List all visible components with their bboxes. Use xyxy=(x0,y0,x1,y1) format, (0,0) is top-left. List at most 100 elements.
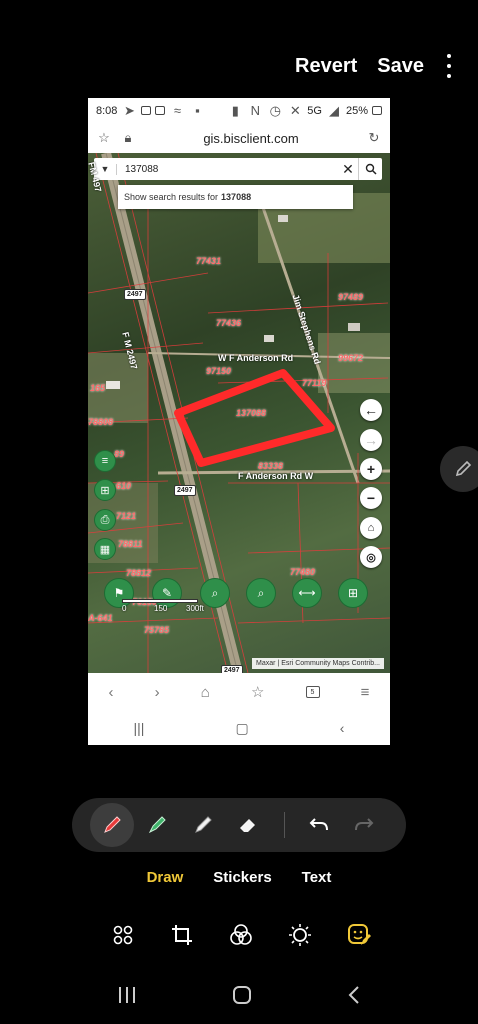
parcel-label: 78808 xyxy=(88,417,114,427)
forward-extent-icon[interactable]: → xyxy=(360,429,382,451)
tab-text[interactable]: Text xyxy=(302,869,332,886)
system-nav-bar: ||| ▢ ‹ xyxy=(88,711,390,745)
layers-icon[interactable]: ≡ xyxy=(94,450,116,472)
home-button-icon[interactable]: ▢ xyxy=(235,720,248,737)
browser-toolbar: ‹ › ⌂ ☆ 5 ≡ xyxy=(88,673,390,711)
editing-tools xyxy=(108,920,374,950)
search-suggestion[interactable]: Show search results for 137088 xyxy=(118,185,353,209)
top-actions: Revert Save xyxy=(295,54,454,78)
parcel-label: 137088 xyxy=(236,408,267,418)
zoom-out-icon[interactable]: − xyxy=(360,487,382,509)
parcel-label: 83338 xyxy=(258,461,284,471)
search-icon[interactable] xyxy=(358,158,382,180)
home-icon[interactable]: ⌂ xyxy=(360,517,382,539)
recent-apps-icon[interactable] xyxy=(117,986,137,1004)
table-icon[interactable]: ▦ xyxy=(94,538,116,560)
pencil-icon[interactable] xyxy=(181,803,225,847)
home-icon[interactable]: ⌂ xyxy=(201,684,210,701)
bookmarks-icon[interactable]: ☆ xyxy=(251,683,264,701)
save-button[interactable]: Save xyxy=(377,55,424,78)
gallery-icon xyxy=(155,106,166,115)
more-options-icon[interactable] xyxy=(444,54,454,78)
parcel-label: 97489 xyxy=(338,292,364,302)
highlighter-icon[interactable] xyxy=(136,803,180,847)
parcel-label: 78811 xyxy=(118,539,143,549)
bag-icon: ▪ xyxy=(195,103,200,118)
undo-icon[interactable] xyxy=(297,803,341,847)
road-label: F Anderson Rd W xyxy=(238,471,314,481)
parcel-label: 610 xyxy=(116,481,132,491)
star-icon[interactable]: ☆ xyxy=(96,130,112,146)
zoom-in-icon[interactable]: + xyxy=(360,458,382,480)
mute-icon: ✕ xyxy=(289,102,301,118)
parcel-label: 7121 xyxy=(116,511,137,521)
redo-icon[interactable] xyxy=(342,803,386,847)
status-bar: 8:08 ➤ ≈ ▪ ▮ N ◷ ✕ 5G ◢ 25% xyxy=(88,98,390,123)
map-attribution: Maxar | Esri Community Maps Contrib... xyxy=(252,658,384,669)
nfc-icon: N xyxy=(250,103,260,118)
auto-enhance-icon[interactable] xyxy=(108,920,138,950)
route-shield: 2497 xyxy=(124,289,146,300)
url-text[interactable]: gis.bisclient.com xyxy=(144,131,358,146)
road-label: W F Anderson Rd xyxy=(218,353,294,363)
identify-icon[interactable]: ⌕ xyxy=(200,578,230,608)
parcel-label: 77431 xyxy=(196,256,222,266)
decorate-icon[interactable] xyxy=(344,920,374,950)
tab-draw[interactable]: Draw xyxy=(147,869,184,886)
parcel-label: 75785 xyxy=(144,625,170,635)
crop-rotate-icon[interactable] xyxy=(167,920,197,950)
palette-divider xyxy=(284,812,285,838)
add-tool-icon[interactable]: ⊞ xyxy=(338,578,368,608)
pen-shortcut-icon[interactable] xyxy=(440,446,478,492)
scale-label: 150 xyxy=(154,604,168,613)
measure-icon[interactable]: ⟷ xyxy=(292,578,322,608)
screenshot-canvas[interactable]: 8:08 ➤ ≈ ▪ ▮ N ◷ ✕ 5G ◢ 25% ☆ 🔒︎ gis.bis… xyxy=(88,98,390,745)
basemap-grid-icon[interactable]: ⊞ xyxy=(94,479,116,501)
eraser-icon[interactable] xyxy=(227,803,271,847)
battery-label: 25% xyxy=(345,104,368,117)
parcel-label: 97150 xyxy=(206,366,232,376)
parcel-label: 77480 xyxy=(290,567,316,577)
revert-button[interactable]: Revert xyxy=(295,55,357,78)
parcel-label: 77436 xyxy=(216,318,242,328)
youtube-icon xyxy=(141,106,152,115)
recent-apps-icon[interactable]: ||| xyxy=(134,720,145,736)
home-button-icon[interactable] xyxy=(232,985,252,1005)
back-icon[interactable]: ‹ xyxy=(109,684,114,701)
alarm-icon: ◷ xyxy=(269,102,281,118)
route-shield: 2497 xyxy=(221,665,243,673)
lock-icon: 🔒︎ xyxy=(124,130,132,145)
tab-stickers[interactable]: Stickers xyxy=(213,869,271,886)
parcel-label: A-641 xyxy=(88,613,113,623)
clear-search-icon[interactable]: ✕ xyxy=(338,161,358,178)
back-nav-icon[interactable]: ‹ xyxy=(340,720,345,736)
print-icon[interactable]: ⎙ xyxy=(94,509,116,531)
red-pen-icon[interactable] xyxy=(90,803,134,847)
forward-icon[interactable]: › xyxy=(155,684,160,701)
scale-label: 300ft xyxy=(186,604,204,613)
menu-icon[interactable]: ≡ xyxy=(361,684,370,701)
edit-mode-tabs: Draw Stickers Text xyxy=(0,869,478,886)
photo-editor-screen: Revert Save 8:08 ➤ ≈ ▪ ▮ N ◷ ✕ 5G ◢ 25% xyxy=(0,0,478,1024)
route-shield: 2497 xyxy=(174,485,196,496)
search-input[interactable]: 137088 xyxy=(116,163,338,175)
search-tool-icon[interactable]: ⌕ xyxy=(246,578,276,608)
suggestion-term: 137088 xyxy=(221,192,252,202)
parcel-label: 77119 xyxy=(302,378,327,388)
filters-icon[interactable] xyxy=(226,920,256,950)
reload-icon[interactable]: ↻ xyxy=(366,130,382,146)
parcel-label: 78812 xyxy=(126,568,152,578)
locate-icon[interactable]: ◎ xyxy=(360,546,382,568)
status-time: 8:08 xyxy=(96,104,118,117)
bookmark-icon[interactable]: ⚑ xyxy=(104,578,134,608)
brightness-icon[interactable] xyxy=(285,920,315,950)
signal-icon: ◢ xyxy=(328,102,339,118)
wifi-call-icon: ≈ xyxy=(173,103,181,118)
back-nav-icon[interactable] xyxy=(347,985,361,1005)
back-extent-icon[interactable]: ← xyxy=(360,399,382,421)
scale-bar xyxy=(122,599,198,603)
tabs-button[interactable]: 5 xyxy=(305,686,320,698)
gis-map[interactable]: ▼ 137088 ✕ Show search results for 13708… xyxy=(88,153,390,673)
network-label: 5G xyxy=(307,104,322,117)
battery-saver-icon: ▮ xyxy=(231,102,239,118)
